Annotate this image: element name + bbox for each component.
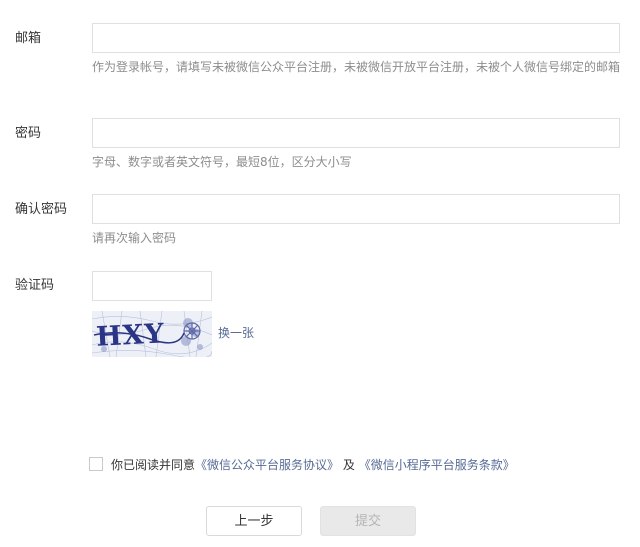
captcha-input[interactable] [92, 271, 212, 301]
agreement-conjunction: 及 [342, 458, 355, 472]
password-input[interactable] [92, 118, 620, 148]
password-label: 密码 [15, 126, 42, 141]
service-agreement-link[interactable]: 《微信公众平台服务协议》 [195, 458, 339, 472]
email-input[interactable] [92, 23, 620, 53]
confirm-password-label: 确认密码 [15, 202, 68, 217]
captcha-label: 验证码 [15, 278, 55, 293]
email-label: 邮箱 [15, 31, 42, 46]
confirm-password-input[interactable] [92, 194, 620, 224]
password-hint: 字母、数字或者英文符号，最短8位，区分大小写 [92, 155, 352, 169]
captcha-text: HXY [95, 318, 165, 353]
agreement-text: 你已阅读并同意《微信公众平台服务协议》 及 《微信小程序平台服务条款》 [111, 456, 515, 474]
confirm-password-hint: 请再次输入密码 [92, 231, 177, 245]
agreement-prefix: 你已阅读并同意 [111, 458, 196, 472]
captcha-image[interactable]: HXY [92, 311, 212, 357]
email-hint: 作为登录帐号，请填写未被微信公众平台注册，未被微信开放平台注册，未被个人微信号绑… [92, 60, 621, 74]
submit-button[interactable]: 提交 [320, 506, 416, 536]
miniprogram-terms-link[interactable]: 《微信小程序平台服务条款》 [359, 458, 515, 472]
prev-step-button[interactable]: 上一步 [206, 506, 302, 536]
agreement-checkbox[interactable] [89, 457, 103, 471]
refresh-captcha-link[interactable]: 换一张 [218, 325, 254, 341]
